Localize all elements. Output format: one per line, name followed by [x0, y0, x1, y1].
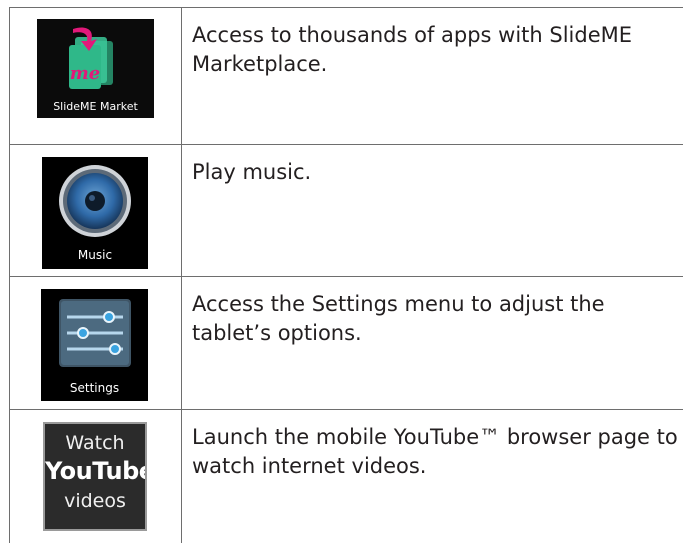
youtube-videos-label: videos: [64, 490, 126, 512]
row-description: Access the Settings menu to adjust the t…: [192, 292, 605, 345]
icon-cell: me SlideME Market: [9, 8, 182, 144]
music-icon[interactable]: Music: [42, 157, 148, 269]
row-description: Launch the mobile YouTube™ browser page …: [192, 425, 678, 478]
settings-label: Settings: [69, 381, 120, 395]
table-row: me SlideME Market Access to thousands of…: [9, 7, 683, 144]
settings-icon[interactable]: Settings: [41, 289, 148, 401]
icon-cell: Music: [9, 145, 182, 276]
youtube-watch-label: Watch: [65, 432, 125, 454]
slideme-market-icon[interactable]: me SlideME Market: [37, 19, 154, 118]
music-label: Music: [77, 248, 113, 262]
table-row: Watch YouTube videos Launch the mobile Y…: [9, 409, 683, 543]
slideme-glyph: me: [70, 63, 101, 84]
youtube-brand-label: YouTube: [45, 457, 147, 485]
icon-cell: Settings: [9, 277, 182, 409]
app-feature-table: me SlideME Market Access to thousands of…: [9, 7, 683, 543]
table-row: Music Play music.: [9, 144, 683, 276]
row-description: Play music.: [192, 160, 312, 184]
icon-cell: Watch YouTube videos: [9, 410, 182, 543]
youtube-icon[interactable]: Watch YouTube videos: [43, 422, 147, 531]
slideme-market-label: SlideME Market: [53, 100, 138, 113]
table-row: Settings Access the Settings menu to adj…: [9, 276, 683, 409]
row-description: Access to thousands of apps with SlideME…: [192, 23, 633, 76]
